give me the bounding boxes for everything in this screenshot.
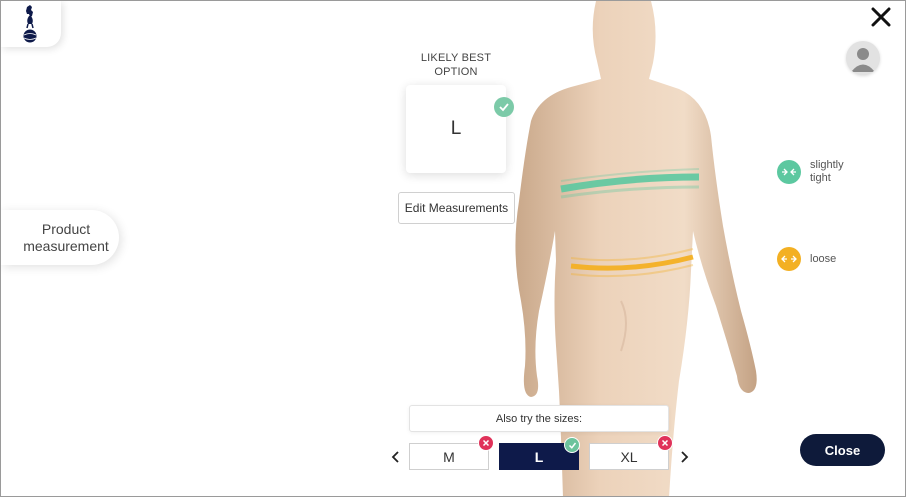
best-option-title-2: OPTION [434, 66, 478, 78]
best-option-title-1: LIKELY BEST [420, 52, 492, 64]
close-button[interactable]: Close [800, 434, 885, 466]
fit-chest-label-2: tight [810, 172, 831, 184]
recommended-size: L [450, 118, 462, 139]
club-logo[interactable] [1, 1, 61, 47]
size-l-fit-icon [564, 437, 580, 453]
chevron-right-icon[interactable] [677, 449, 691, 465]
size-option-xl[interactable]: XL [589, 443, 669, 470]
fit-advisor-window: Product measurement LIKELY BEST OPTION L [0, 0, 906, 497]
cockerel-crest-icon [23, 5, 37, 43]
fit-legend-chest: slightly tight [777, 159, 870, 185]
also-try-title: Also try the sizes: [409, 405, 669, 432]
recommended-size-card: L [406, 85, 506, 173]
size-option-l-label: L [534, 448, 544, 465]
edit-measurements-button[interactable]: Edit Measurements [398, 192, 515, 224]
fit-waist-label: loose [810, 252, 837, 265]
user-avatar-button[interactable] [846, 41, 880, 75]
product-measurement-tab[interactable]: Product measurement [1, 210, 119, 265]
product-measurement-label-2: measurement [23, 237, 109, 254]
fit-legend-waist: loose [777, 247, 870, 271]
check-icon [494, 97, 514, 117]
size-option-m-label: M [443, 448, 455, 465]
user-avatar-icon [851, 48, 875, 72]
best-option-title: LIKELY BEST OPTION [411, 51, 501, 79]
size-m-unfit-icon [478, 435, 494, 451]
close-icon [871, 7, 891, 27]
product-measurement-label-1: Product [41, 220, 91, 237]
compress-arrows-icon [777, 160, 801, 184]
size-xl-unfit-icon [657, 435, 673, 451]
size-option-m[interactable]: M [409, 443, 489, 470]
close-icon-button[interactable] [869, 5, 893, 29]
chevron-left-icon[interactable] [389, 449, 403, 465]
size-option-xl-label: XL [620, 448, 638, 465]
fit-chest-label-1: slightly [810, 159, 844, 171]
expand-arrows-icon [777, 247, 801, 271]
